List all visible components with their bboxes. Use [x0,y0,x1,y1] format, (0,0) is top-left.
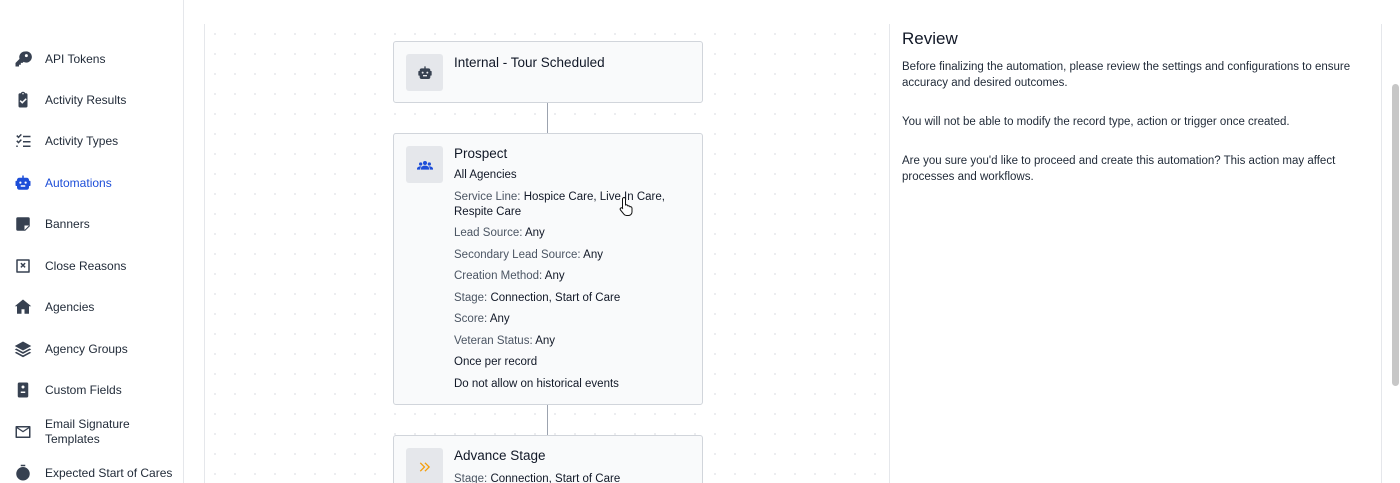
condition-value: Do not allow on historical events [454,377,619,390]
sidebar-item-close-reasons[interactable]: Close Reasons [0,257,183,275]
condition-value: Any [583,248,603,261]
canvas-gutter [184,24,204,483]
home-icon [14,298,32,316]
review-paragraph-3: Are you sure you'd like to proceed and c… [902,155,1336,183]
trigger-node[interactable]: Internal - Tour Scheduled [393,41,703,103]
hand-cursor-icon [619,196,633,216]
robot-icon [14,174,32,192]
condition-value: Once per record [454,356,538,368]
condition-key: Lead Source: [454,227,525,239]
condition-line: Secondary Lead Source: Any [454,248,694,263]
sidebar-item-activity-types[interactable]: Activity Types [0,132,183,150]
robot-icon [417,65,432,79]
chevrons-right-icon [419,461,430,472]
condition-line: Creation Method: Any [454,269,694,284]
flow-connector [547,103,548,133]
sidebar-item-banners[interactable]: Banners [0,215,183,233]
condition-key: Secondary Lead Source: [454,248,584,261]
checklist-icon [14,132,32,150]
condition-value: Any [524,227,545,239]
condition-key: Service Line: [454,190,524,203]
condition-key: Creation Method: [454,270,545,282]
sidebar-item-label: Agencies [45,299,95,314]
condition-value: Any [535,334,556,347]
filter-conditions: All Agencies Service Line: Hospice Care,… [454,168,694,398]
filter-node[interactable]: Prospect All Agencies Service Line: Hosp… [393,133,703,405]
sidebar-item-label-line2: Templates [45,432,100,446]
sidebar-item-label: Expected Start of Cares [45,465,173,480]
review-panel: Review Before finalizing the automation,… [891,24,1381,483]
mail-icon [14,423,32,441]
trigger-title: Internal - Tour Scheduled [454,55,605,70]
clipboard-check-icon [14,91,32,109]
condition-value: Any [489,313,510,325]
sidebar-item-automations[interactable]: Automations [0,174,183,192]
sidebar-item-api-tokens[interactable]: API Tokens [0,50,183,68]
condition-key: Score: [454,313,490,325]
action-details: Stage: Connection, Start of Care [454,472,694,483]
sidebar-item-label: Agency Groups [45,341,128,356]
sidebar-item-label: API Tokens [45,51,106,66]
sidebar-item-label: Banners [45,216,90,231]
top-bar [184,0,1400,24]
sidebar-item-agencies[interactable]: Agencies [0,298,183,316]
sidebar-item-label-line1: Email Signature [45,417,130,431]
scrollbar-thumb[interactable] [1392,84,1399,386]
review-paragraph-1: Before finalizing the automation, please… [902,61,1351,89]
sidebar-item-activity-results[interactable]: Activity Results [0,91,183,109]
condition-line: Service Line: Hospice Care, Live In Care… [454,190,694,220]
sidebar-item-label: Automations [45,175,112,190]
condition-key: Stage: [454,291,491,304]
action-line: Stage: Connection, Start of Care [454,472,694,483]
sidebar-item-agency-groups[interactable]: Agency Groups [0,340,183,358]
sidebar: API Tokens Activity Results Activity Typ… [0,0,184,483]
condition-value: Any [544,270,565,282]
x-box-icon [14,257,32,275]
layers-icon [14,340,32,358]
condition-line: Do not allow on historical events [454,377,694,392]
condition-key: Veteran Status: [454,334,536,347]
condition-line: Stage: Connection, Start of Care [454,291,694,306]
sidebar-item-label: Activity Types [45,133,119,148]
condition-line: Veteran Status: Any [454,334,694,349]
sidebar-item-expected-start-of-cares[interactable]: Expected Start of Cares [0,464,183,482]
node-icon-box [406,448,443,483]
condition-value: All Agencies [454,169,517,181]
sidebar-item-label: Custom Fields [45,382,122,397]
key-icon [14,50,32,68]
condition-value: Connection, Start of Care [490,291,621,304]
review-title: Review [902,29,958,48]
filter-title: Prospect [454,146,508,161]
action-node[interactable]: Advance Stage Stage: Connection, Start o… [393,435,703,483]
sidebar-item-label: Close Reasons [45,258,127,273]
condition-line: Once per record [454,355,694,370]
sidebar-item-email-signature-templates[interactable]: Email Signature Templates [0,416,183,448]
condition-line: Lead Source: Any [454,226,694,241]
flow-connector [547,405,548,435]
file-icon [14,381,32,399]
action-title: Advance Stage [454,448,546,463]
condition-line: Score: Any [454,312,694,327]
people-icon [416,160,433,170]
review-paragraph-2: You will not be able to modify the recor… [902,116,1290,128]
action-key: Stage: [454,473,491,483]
action-value: Connection, Start of Care [490,473,621,483]
sidebar-item-custom-fields[interactable]: Custom Fields [0,381,183,399]
note-icon [14,215,32,233]
stopwatch-icon [14,464,32,482]
condition-line: All Agencies [454,168,694,183]
sidebar-item-label: Activity Results [45,92,127,107]
node-icon-box [406,54,443,91]
sidebar-item-label: Email Signature Templates [45,417,130,447]
node-icon-box [406,146,443,183]
